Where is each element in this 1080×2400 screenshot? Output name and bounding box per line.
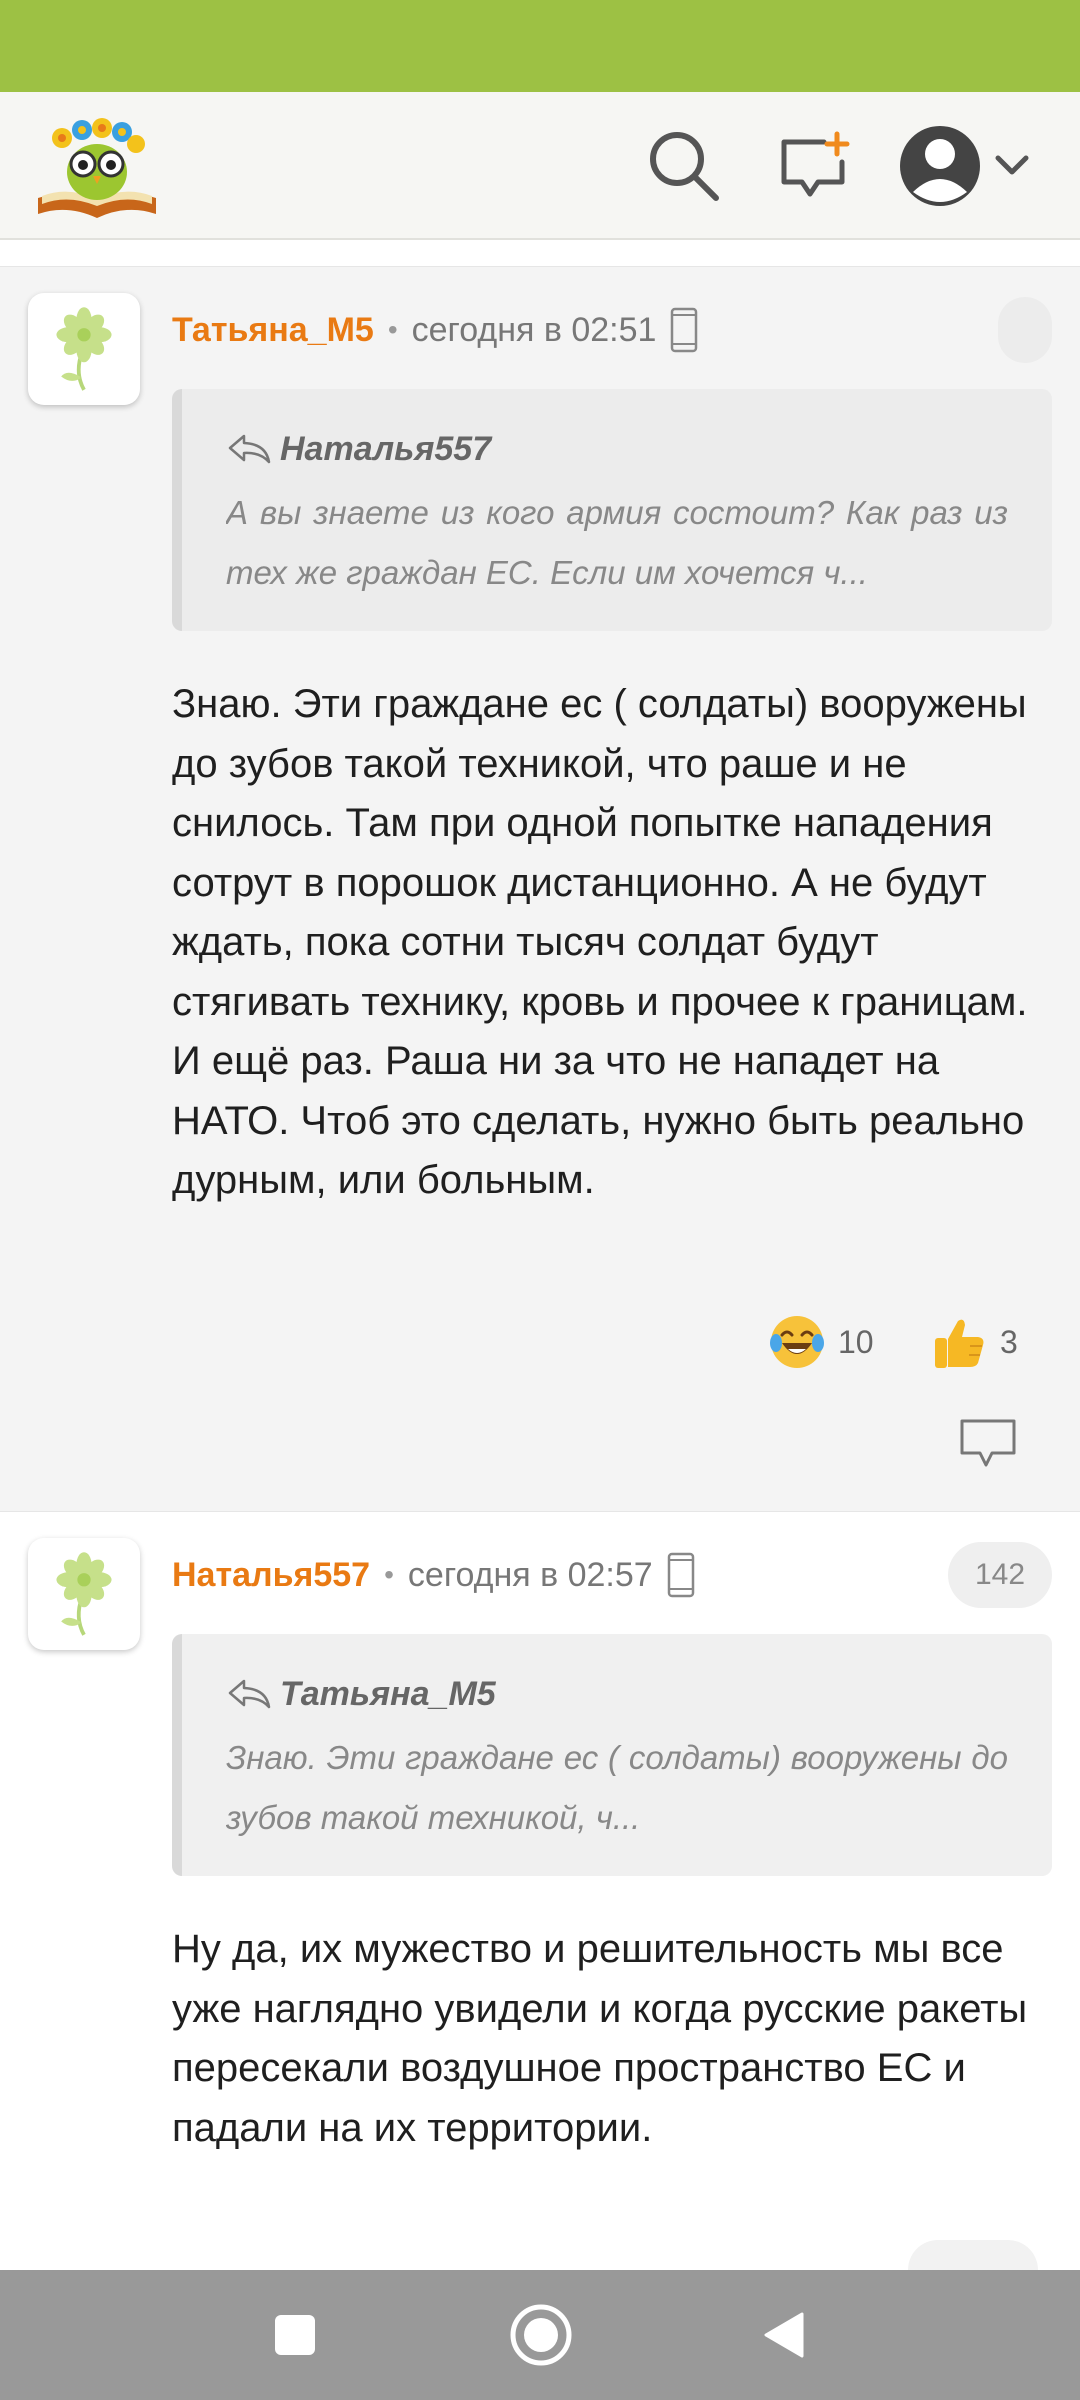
quoted-text: Знаю. Эти граждане ес ( солдаты) вооруже…	[226, 1739, 1008, 1836]
reaction-chip-partial[interactable]	[908, 2240, 1038, 2270]
comment-bubble-icon[interactable]	[958, 1415, 1018, 1471]
triangle-back-icon[interactable]	[760, 2310, 808, 2360]
comment-meta: Наталья557 • сегодня в 02:57	[172, 1550, 695, 1600]
status-bar	[0, 0, 1080, 92]
flower-avatar-icon	[56, 307, 112, 391]
reaction-count: 3	[1000, 1323, 1018, 1360]
reply-arrow-icon	[228, 434, 271, 464]
reaction-laugh[interactable]: 10	[768, 1307, 874, 1377]
comment-author[interactable]: Наталья557	[172, 1556, 370, 1595]
comment-text: Ну да, их мужество и решительность мы вс…	[172, 1927, 1028, 2150]
reaction-count: 10	[838, 1323, 874, 1360]
comment-time: сегодня в 02:51	[411, 310, 657, 349]
quoted-reply[interactable]: Татьяна_М5 Знаю. Эти граждане ес ( солда…	[172, 1634, 1052, 1876]
quoted-text: А вы знаете из кого армия состоит? Как р…	[226, 494, 1008, 591]
comment-author[interactable]: Татьяна_М5	[172, 311, 374, 350]
site-logo[interactable]	[32, 106, 162, 224]
circle-home-icon[interactable]	[508, 2302, 574, 2368]
square-recents-icon[interactable]	[272, 2312, 318, 2358]
quoted-author: Татьяна_М5	[280, 1674, 496, 1713]
laughing-tears-emoji-icon	[770, 1316, 824, 1368]
comment-card: Наталья557 • сегодня в 02:57 142 Татьяна…	[0, 1512, 1080, 2270]
app-header	[0, 92, 1080, 240]
user-avatar[interactable]	[28, 293, 140, 405]
search-icon[interactable]	[646, 128, 722, 204]
mobile-phone-icon	[671, 307, 698, 353]
user-avatar[interactable]	[28, 1538, 140, 1650]
new-message-plus-icon[interactable]	[776, 128, 852, 204]
thumbs-up-emoji-icon	[935, 1319, 984, 1368]
comment-time: сегодня в 02:57	[407, 1555, 653, 1594]
system-nav-bar	[0, 2270, 1080, 2400]
comment-rating[interactable]: 142	[948, 1542, 1052, 1608]
comment-text: Знаю. Эти граждане ес ( солдаты) вооруже…	[172, 682, 1028, 1202]
reply-arrow-icon	[228, 1679, 271, 1709]
profile-menu-button[interactable]	[898, 122, 1030, 210]
reaction-like[interactable]: 3	[930, 1307, 1018, 1377]
meta-separator: •	[387, 314, 398, 345]
mobile-phone-icon	[667, 1552, 694, 1598]
comments-feed[interactable]: Татьяна_М5 • сегодня в 02:51 Наталья557 …	[0, 240, 1080, 2270]
comment-card: Татьяна_М5 • сегодня в 02:51 Наталья557 …	[0, 266, 1080, 1512]
quoted-reply[interactable]: Наталья557 А вы знаете из кого армия сос…	[172, 389, 1052, 631]
meta-separator: •	[384, 1559, 394, 1590]
quoted-author: Наталья557	[280, 429, 492, 468]
comment-meta: Татьяна_М5 • сегодня в 02:51	[172, 305, 698, 355]
owl-logo-icon	[38, 118, 156, 218]
comment-rating[interactable]	[998, 297, 1052, 363]
flower-avatar-icon	[56, 1552, 112, 1636]
